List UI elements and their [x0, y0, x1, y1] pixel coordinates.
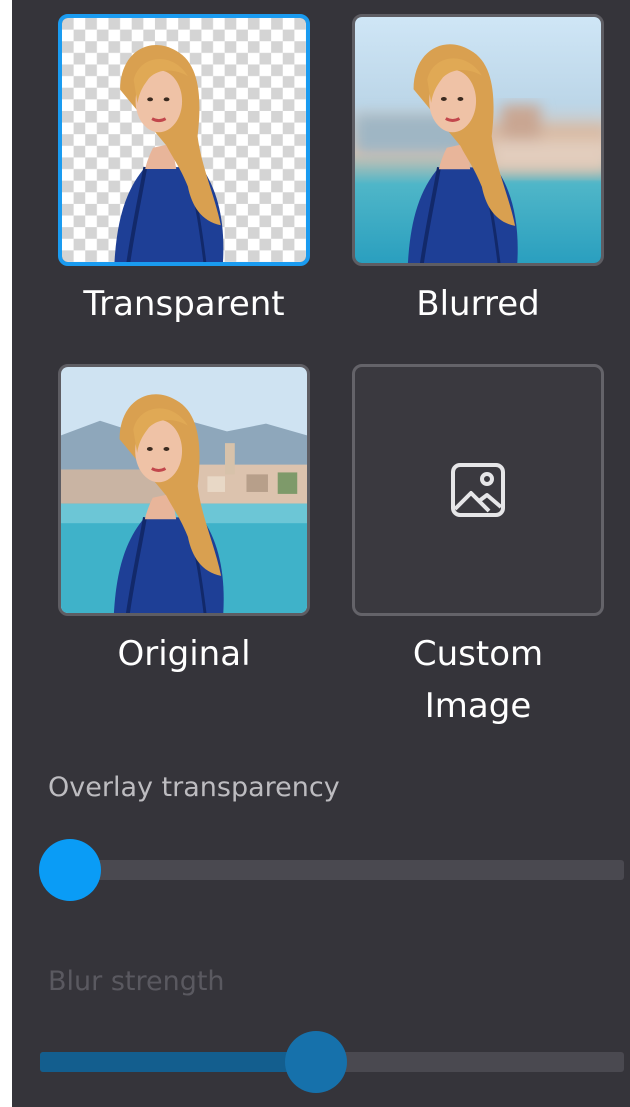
- background-options-panel: Transparent Blurred Original Custom Imag…: [12, 0, 630, 1107]
- overlay-transparency-slider-handle[interactable]: [39, 839, 101, 901]
- blur-strength-slider-handle[interactable]: [285, 1031, 348, 1093]
- original-thumbnail[interactable]: [58, 364, 310, 616]
- blurred-person-icon: [355, 17, 601, 263]
- option-transparent[interactable]: Transparent: [58, 14, 310, 330]
- blur-strength-label: Blur strength: [48, 966, 225, 997]
- option-label: Blurred: [416, 284, 540, 324]
- option-label: Original: [117, 634, 251, 674]
- transparent-thumbnail[interactable]: [58, 14, 310, 266]
- checkerboard-person-icon: [62, 18, 306, 262]
- blur-strength-fill: [40, 1052, 317, 1072]
- original-person-icon: [61, 367, 307, 613]
- option-label: Custom Image: [412, 634, 544, 726]
- custom-image-thumbnail[interactable]: [352, 364, 604, 616]
- option-original[interactable]: Original: [58, 364, 310, 680]
- option-blurred[interactable]: Blurred: [352, 14, 604, 330]
- blurred-thumbnail[interactable]: [352, 14, 604, 266]
- overlay-transparency-track[interactable]: [40, 860, 624, 880]
- overlay-transparency-label: Overlay transparency: [48, 772, 340, 803]
- option-custom-image[interactable]: Custom Image: [352, 364, 604, 732]
- image-icon: [451, 463, 505, 517]
- option-label: Transparent: [83, 284, 285, 324]
